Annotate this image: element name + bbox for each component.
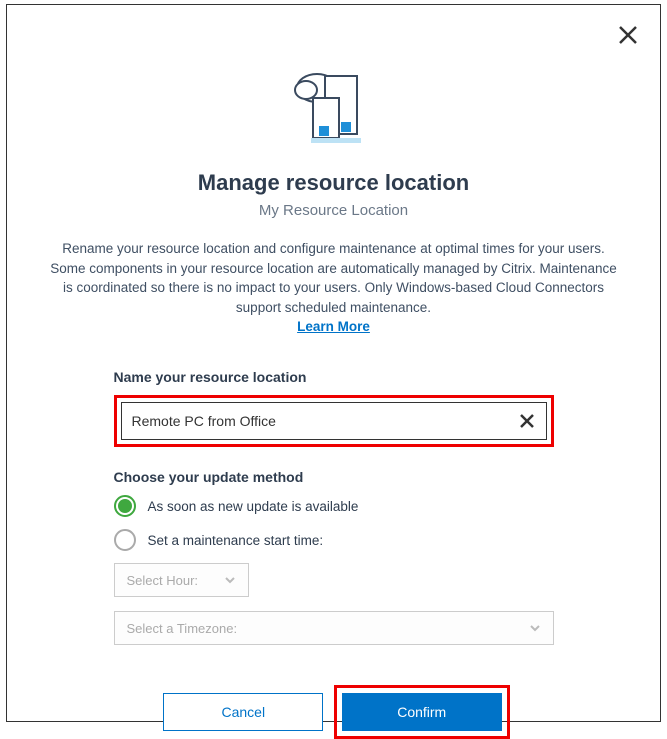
chevron-down-icon — [224, 574, 236, 586]
select-hour-dropdown[interactable]: Select Hour: — [114, 563, 249, 597]
close-icon — [518, 412, 536, 430]
name-field-label: Name your resource location — [114, 369, 554, 385]
update-method-label: Choose your update method — [114, 469, 554, 485]
radio-icon — [114, 529, 136, 551]
radio-icon — [114, 495, 136, 517]
select-placeholder: Select a Timezone: — [127, 621, 238, 636]
close-icon — [616, 23, 640, 47]
cancel-button[interactable]: Cancel — [163, 693, 323, 731]
dialog-description: Rename your resource location and config… — [42, 239, 625, 317]
select-timezone-dropdown[interactable]: Select a Timezone: — [114, 611, 554, 645]
resource-name-input[interactable] — [132, 413, 518, 429]
resource-location-icon — [289, 60, 379, 150]
select-placeholder: Select Hour: — [127, 573, 199, 588]
name-input-wrap[interactable] — [121, 402, 547, 440]
form-area: Name your resource location Choose your … — [114, 369, 554, 739]
chevron-down-icon — [529, 622, 541, 634]
dialog-subtitle: My Resource Location — [42, 202, 625, 219]
radio-option-asap[interactable]: As soon as new update is available — [114, 495, 554, 517]
clear-input-button[interactable] — [518, 412, 536, 430]
radio-label: As soon as new update is available — [148, 499, 359, 514]
manage-resource-location-dialog: Manage resource location My Resource Loc… — [6, 4, 661, 722]
learn-more-link[interactable]: Learn More — [42, 319, 625, 334]
confirm-button-highlight: Confirm — [334, 685, 510, 739]
dialog-hero: Manage resource location My Resource Loc… — [42, 60, 625, 219]
close-button[interactable] — [616, 23, 640, 47]
confirm-button[interactable]: Confirm — [342, 693, 502, 731]
radio-label: Set a maintenance start time: — [148, 533, 324, 548]
name-input-highlight — [114, 395, 554, 447]
dialog-button-row: Cancel Confirm — [114, 685, 554, 739]
dialog-title: Manage resource location — [42, 170, 625, 196]
radio-option-scheduled[interactable]: Set a maintenance start time: — [114, 529, 554, 551]
